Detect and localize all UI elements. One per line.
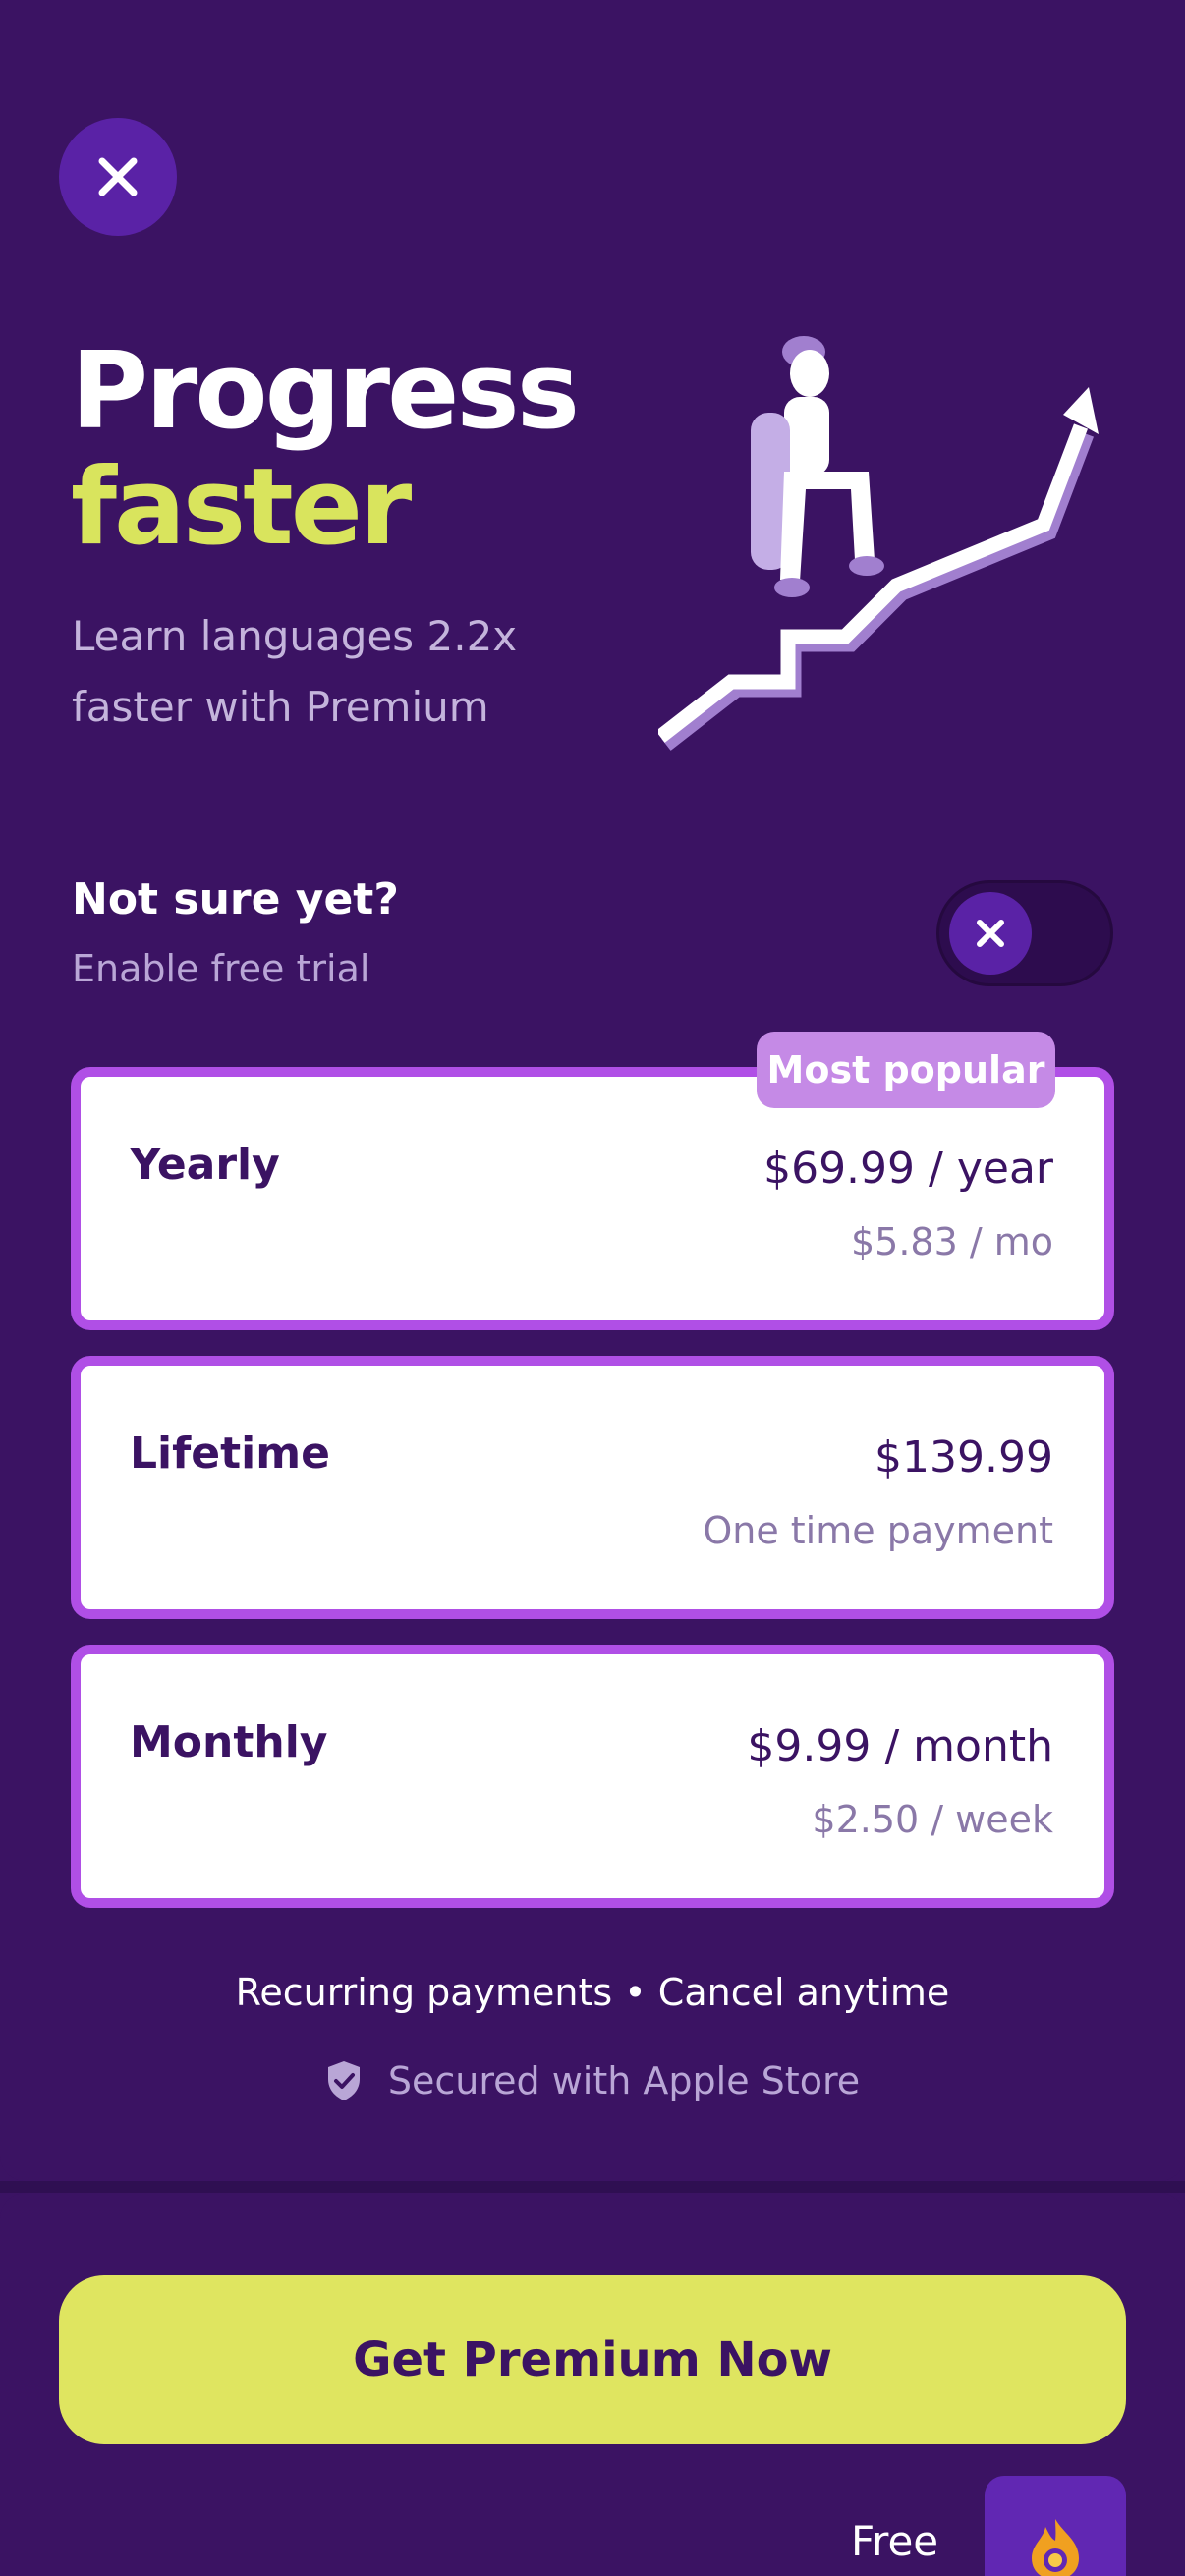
shield-check-icon xyxy=(327,2061,360,2100)
headline-line-1: Progress xyxy=(71,330,580,453)
plan-price: $69.99 / year xyxy=(763,1144,1053,1194)
plan-subprice: $2.50 / week xyxy=(812,1798,1053,1841)
plan-name: Lifetime xyxy=(130,1428,330,1479)
headline-subtitle: Learn languages 2.2x faster with Premium xyxy=(72,612,518,731)
climbing-illustration xyxy=(658,336,1099,751)
close-icon xyxy=(98,157,138,196)
recurring-note: Recurring payments • Cancel anytime xyxy=(235,1971,950,2014)
plan-name: Yearly xyxy=(130,1140,280,1190)
free-trial-toggle[interactable] xyxy=(936,880,1113,986)
most-popular-badge: Most popular xyxy=(757,1032,1055,1108)
get-premium-button[interactable]: Get Premium Now xyxy=(59,2275,1126,2444)
headline: Progress faster xyxy=(71,330,580,569)
panel-divider xyxy=(0,2181,1185,2193)
plans-panel: Progress faster Learn languages 2.2x fas… xyxy=(0,0,1185,2181)
plan-card-monthly[interactable]: Monthly $9.99 / month $2.50 / week xyxy=(71,1645,1114,1908)
plan-subprice: $5.83 / mo xyxy=(850,1220,1053,1263)
trial-title: Not sure yet? xyxy=(72,874,399,924)
plan-price: $9.99 / month xyxy=(747,1721,1053,1771)
free-tile[interactable] xyxy=(985,2476,1126,2576)
plan-name: Monthly xyxy=(130,1717,328,1767)
toggle-knob xyxy=(949,892,1032,975)
secured-note: Secured with Apple Store xyxy=(0,2059,1185,2102)
plan-card-lifetime[interactable]: Lifetime $139.99 One time payment xyxy=(71,1356,1114,1619)
plan-price: $139.99 xyxy=(875,1432,1053,1483)
headline-line-2: faster xyxy=(71,446,412,569)
secured-label: Secured with Apple Store xyxy=(387,2059,861,2102)
trial-subtitle: Enable free trial xyxy=(72,947,370,990)
plan-subprice: One time payment xyxy=(703,1509,1053,1552)
free-label: Free xyxy=(851,2517,939,2565)
flame-coin-icon xyxy=(1032,2519,1079,2576)
close-icon xyxy=(977,920,1004,947)
close-button[interactable] xyxy=(59,118,177,236)
paywall-screen: Progress faster Learn languages 2.2x fas… xyxy=(0,0,1185,2576)
